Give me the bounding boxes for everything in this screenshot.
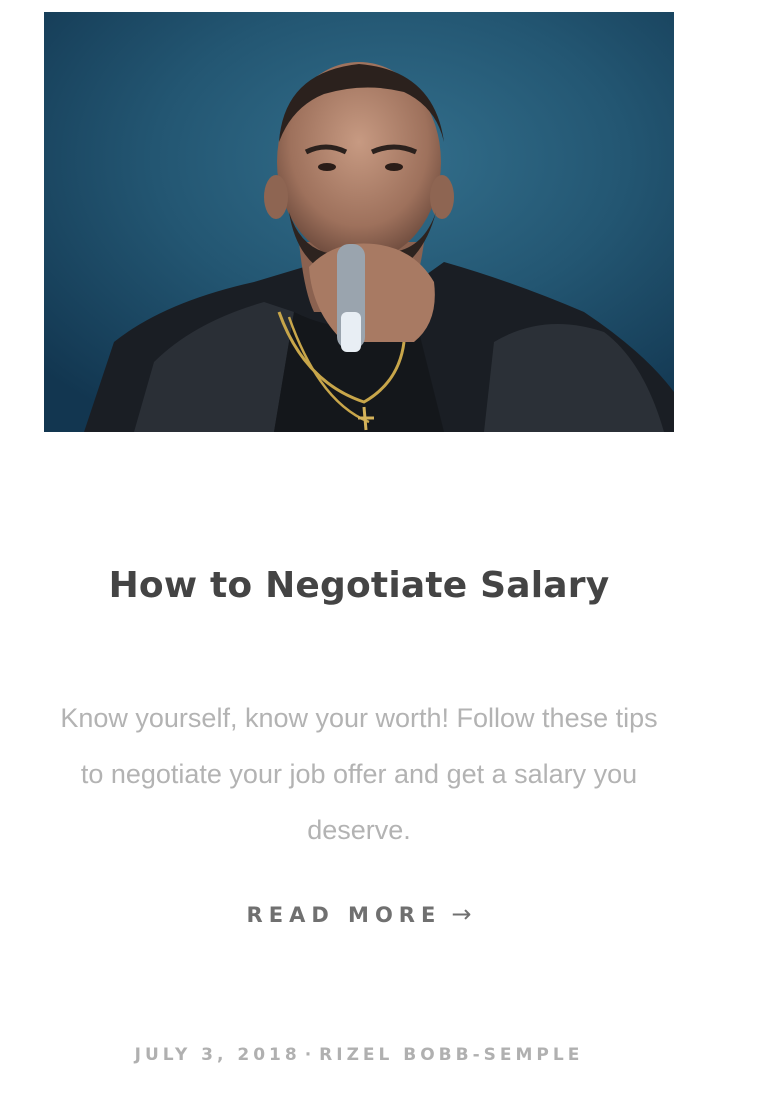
post-title[interactable]: How to Negotiate Salary	[44, 562, 674, 610]
post-author[interactable]: RIZEL BOBB-SEMPLE	[319, 1045, 583, 1065]
post-meta: JULY 3, 2018 · RIZEL BOBB-SEMPLE	[44, 1042, 674, 1068]
meta-separator: ·	[304, 1045, 316, 1065]
blog-post-card: How to Negotiate Salary Know yourself, k…	[0, 0, 776, 1106]
arrow-right-icon: →	[451, 900, 472, 928]
read-more-link[interactable]: READ MORE →	[44, 896, 674, 933]
post-date: JULY 3, 2018	[134, 1045, 301, 1065]
post-featured-image[interactable]	[44, 12, 674, 432]
read-more-label: READ MORE	[246, 903, 442, 927]
performer-photo	[44, 12, 674, 432]
post-excerpt: Know yourself, know your worth! Follow t…	[60, 703, 658, 845]
